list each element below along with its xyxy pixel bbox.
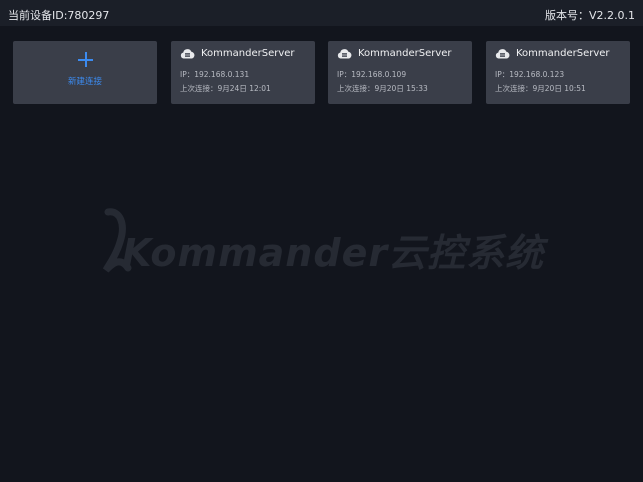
cloud-server-icon [180,49,195,59]
server-last-connection: 上次连接：9月20日 15:33 [337,84,428,93]
server-name: KommanderServer [516,48,610,59]
cloud-server-icon [337,49,352,59]
watermark-text: Kommander云控系统 [122,231,545,275]
server-name: KommanderServer [358,48,452,59]
server-ip: IP：192.168.0.131 [180,70,250,79]
kommander-logo-watermark: Kommander云控系统 [98,204,548,276]
server-last-connection: 上次连接：9月24日 12:01 [180,84,271,93]
server-last-connection: 上次连接：9月20日 10:51 [495,84,586,93]
device-id-label: 当前设备ID:780297 [8,9,110,22]
new-connection-label: 新建连接 [67,77,102,87]
new-connection-button[interactable]: 新建连接 [13,41,157,104]
server-card-2[interactable]: KommanderServer IP：192.168.0.109 上次连接：9月… [328,41,472,104]
version-label: 版本号：V2.2.0.1 [544,9,635,22]
plus-icon [78,52,93,67]
cloud-server-icon [495,49,510,59]
server-name: KommanderServer [201,48,295,59]
server-ip: IP：192.168.0.123 [495,70,565,79]
server-ip: IP：192.168.0.109 [337,70,407,79]
server-card-1[interactable]: KommanderServer IP：192.168.0.131 上次连接：9月… [171,41,315,104]
top-bar: 当前设备ID:780297 版本号：V2.2.0.1 [0,0,643,26]
server-card-3[interactable]: KommanderServer IP：192.168.0.123 上次连接：9月… [486,41,630,104]
